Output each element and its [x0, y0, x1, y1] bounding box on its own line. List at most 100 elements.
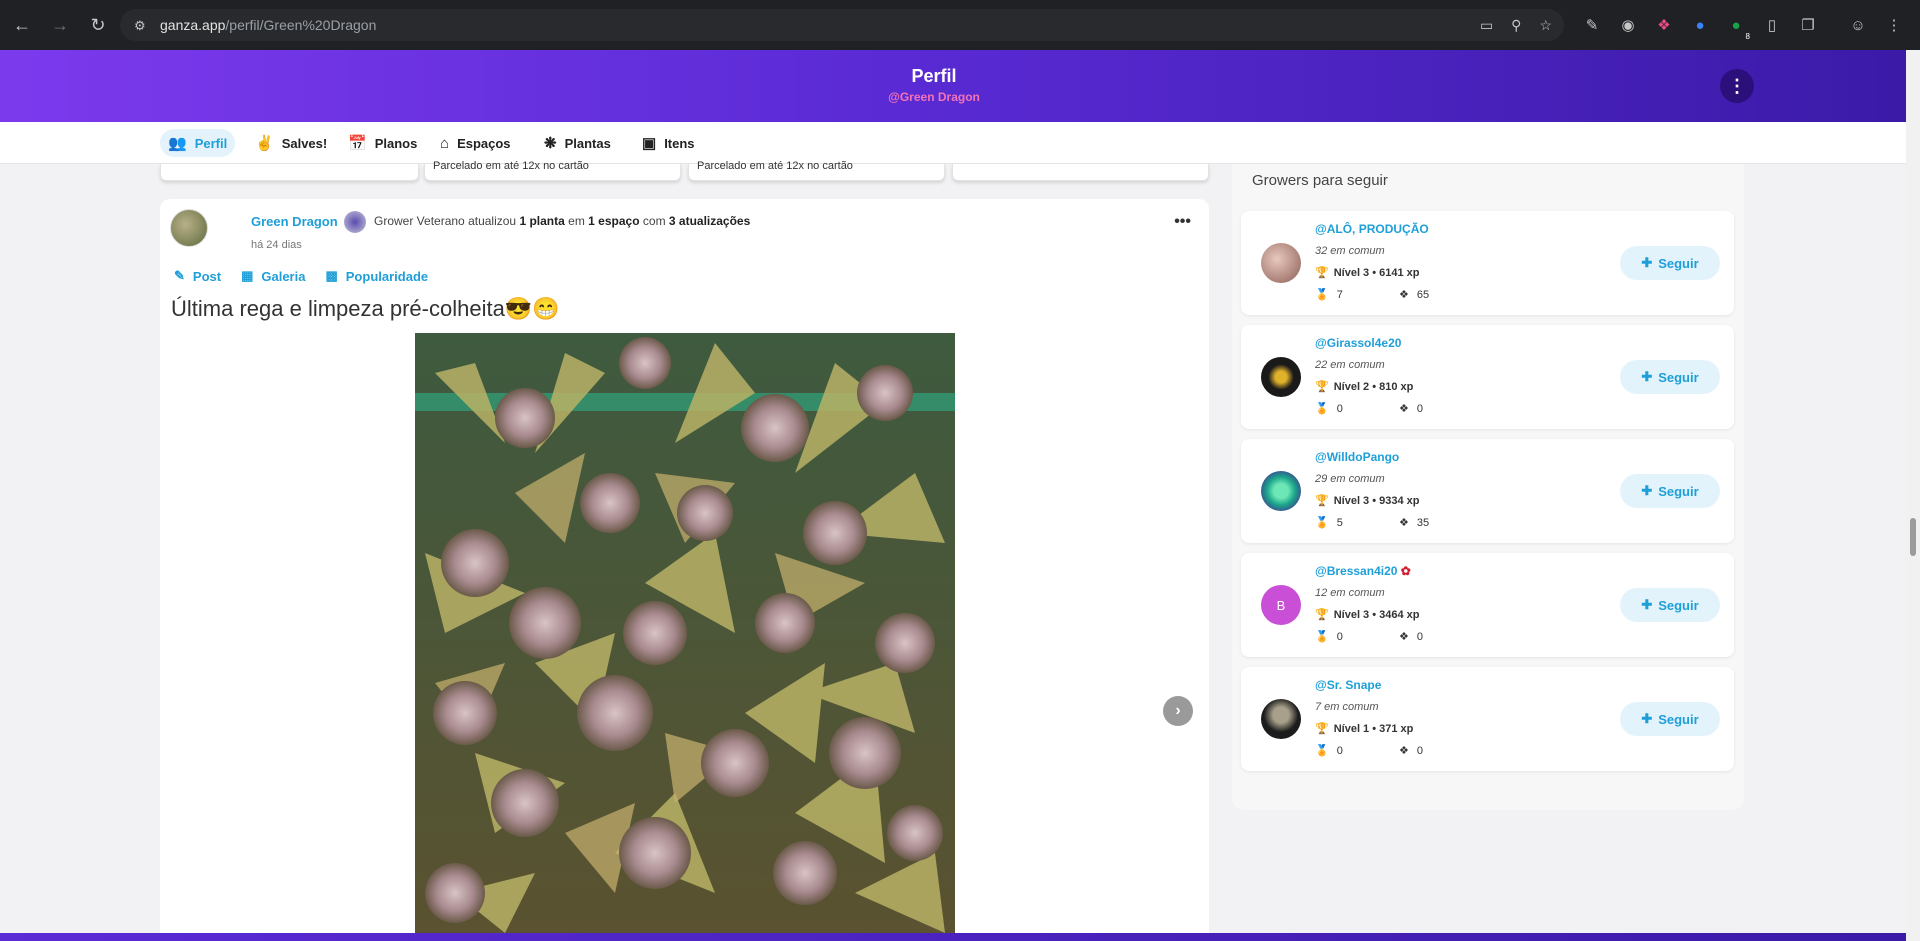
- next-image-button[interactable]: ›: [1163, 696, 1193, 726]
- bookmark-star-icon[interactable]: ☆: [1539, 17, 1552, 34]
- url-text[interactable]: ganza.app/perfil/Green%20Dragon: [160, 17, 376, 33]
- page-scrollbar[interactable]: [1906, 50, 1920, 941]
- cast-icon[interactable]: ▭: [1480, 17, 1493, 34]
- grower-badges-count: 0: [1336, 744, 1343, 757]
- grower-badges-count: 0: [1336, 402, 1343, 415]
- grower-avatar[interactable]: [1261, 699, 1301, 739]
- tab-label: Itens: [664, 135, 695, 151]
- grower-avatar[interactable]: [1261, 357, 1301, 397]
- doc-extension-icon[interactable]: ▯: [1760, 13, 1784, 37]
- tab-popularidade[interactable]: ▩ Popularidade: [325, 268, 428, 284]
- follow-label: Seguir: [1658, 369, 1699, 385]
- grower-name[interactable]: @Sr. Snape: [1315, 678, 1381, 692]
- follow-button[interactable]: ✚ Seguir: [1620, 360, 1720, 394]
- grower-common: 7 em comum: [1315, 701, 1379, 713]
- tab-salves[interactable]: ✌ Salves!: [247, 129, 335, 157]
- more-options-icon[interactable]: ⋮: [1720, 69, 1754, 103]
- author-role: Grower Veterano: [374, 214, 465, 228]
- grower-card: @Girassol4e20 22 em comum 🏆 Nível 2 • 810…: [1241, 325, 1734, 429]
- leaf-icon: ❖: [1399, 517, 1409, 529]
- post-menu-icon[interactable]: •••: [1174, 213, 1191, 231]
- puzzle-extensions-icon[interactable]: ❐: [1796, 13, 1820, 37]
- bottom-nav-strip: [0, 933, 1906, 941]
- medal-icon: 🏅: [1315, 403, 1329, 415]
- add-person-icon: ✚: [1641, 255, 1653, 270]
- follow-label: Seguir: [1658, 597, 1699, 613]
- grower-level-text: Nível 3 • 9334 xp: [1333, 494, 1420, 507]
- people-icon: 👥: [168, 135, 187, 152]
- camera-extension-icon[interactable]: ◉: [1616, 13, 1640, 37]
- grower-name[interactable]: @ALÔ, PRODUÇÃO: [1315, 222, 1429, 236]
- back-icon[interactable]: ←: [6, 9, 38, 41]
- grower-name[interactable]: @Bressan4i20 ✿: [1315, 564, 1411, 578]
- extensions-bar: ✎ ◉ ❖ ● ● 8 ▯ ❐ ☺ ⋮: [1580, 12, 1906, 42]
- tab-perfil[interactable]: 👥 Perfil: [160, 129, 236, 157]
- tab-planos[interactable]: 📅 Planos: [340, 129, 425, 157]
- app-header: Perfil @Green Dragon ⋮: [0, 50, 1906, 122]
- grower-stats: 🏅 0 ❖ 0: [1315, 744, 1423, 758]
- grower-plants-count: 0: [1416, 630, 1423, 643]
- bar-chart-icon: ▩: [325, 268, 338, 283]
- follow-button[interactable]: ✚ Seguir: [1620, 474, 1720, 508]
- grower-card: @Sr. Snape 7 em comum 🏆 Nível 1 • 371 xp …: [1241, 667, 1734, 771]
- grower-level: 🏆 Nível 2 • 810 xp: [1315, 380, 1413, 394]
- green-extension-icon[interactable]: ● 8: [1724, 13, 1750, 42]
- tab-post[interactable]: ✎ Post: [174, 268, 221, 284]
- grower-stats: 🏅 0 ❖ 0: [1315, 402, 1423, 416]
- browser-toolbar: ← → ↻ ⚙ ganza.app/perfil/Green%20Dragon …: [0, 0, 1920, 50]
- grower-avatar[interactable]: [1261, 243, 1301, 283]
- leaf-icon: ❖: [1399, 403, 1409, 415]
- post-tabs: ✎ Post ▦ Galeria ▩ Popularidade: [174, 268, 428, 284]
- grower-avatar[interactable]: B: [1261, 585, 1301, 625]
- chrome-menu-icon[interactable]: ⋮: [1882, 13, 1906, 37]
- grower-stats: 🏅 0 ❖ 0: [1315, 630, 1423, 644]
- grower-card: B @Bressan4i20 ✿ 12 em comum 🏆 Nível 3 • …: [1241, 553, 1734, 657]
- follow-button[interactable]: ✚ Seguir: [1620, 246, 1720, 280]
- shop-card[interactable]: Parcelado em até 12x no cartão: [424, 160, 681, 181]
- follow-button[interactable]: ✚ Seguir: [1620, 588, 1720, 622]
- pen-extension-icon[interactable]: ✎: [1580, 13, 1604, 37]
- edit-icon: ✎: [174, 268, 185, 283]
- forward-icon[interactable]: →: [44, 9, 76, 41]
- scrollbar-thumb[interactable]: [1910, 518, 1916, 556]
- tab-galeria[interactable]: ▦ Galeria: [241, 268, 305, 284]
- post-timestamp: há 24 dias: [251, 239, 302, 251]
- blue-extension-icon[interactable]: ●: [1688, 13, 1712, 37]
- site-info-icon[interactable]: ⚙: [134, 18, 148, 33]
- address-bar[interactable]: ⚙ ganza.app/perfil/Green%20Dragon ▭ ⚲ ☆: [120, 9, 1564, 41]
- author-avatar[interactable]: [170, 209, 208, 247]
- grower-name[interactable]: @WilldoPango: [1315, 450, 1399, 464]
- author-name[interactable]: Green Dragon: [251, 214, 338, 229]
- tab-espacos[interactable]: ⌂ Espaços: [432, 129, 519, 157]
- shop-card[interactable]: Parcelado em até 12x no cartão: [688, 160, 945, 181]
- follow-label: Seguir: [1658, 711, 1699, 727]
- profile-avatar-icon[interactable]: ☺: [1846, 13, 1870, 37]
- extension-badge: 8: [1745, 32, 1750, 41]
- activity-verb: atualizou: [468, 214, 517, 228]
- tab-plantas[interactable]: ❋ Plantas: [536, 129, 619, 157]
- zoom-icon[interactable]: ⚲: [1511, 17, 1521, 34]
- grower-stats: 🏅 7 ❖ 65: [1315, 288, 1430, 302]
- grower-plants-count: 65: [1416, 288, 1430, 301]
- tab-label: Espaços: [457, 135, 511, 151]
- grower-level-text: Nível 3 • 6141 xp: [1333, 266, 1420, 279]
- grower-badges-count: 7: [1336, 288, 1343, 301]
- grower-plants-count: 35: [1416, 516, 1430, 529]
- follow-button[interactable]: ✚ Seguir: [1620, 702, 1720, 736]
- grower-name[interactable]: @Girassol4e20: [1315, 336, 1401, 350]
- tab-label: Galeria: [261, 268, 306, 284]
- add-person-icon: ✚: [1641, 711, 1653, 726]
- shop-card[interactable]: [952, 164, 1209, 181]
- trophy-icon: 🏆: [1315, 381, 1329, 393]
- post-photo[interactable]: [415, 333, 955, 933]
- grower-avatar[interactable]: [1261, 471, 1301, 511]
- trophy-icon: 🏆: [1315, 267, 1329, 279]
- peace-hand-icon: ✌: [255, 135, 274, 152]
- shop-card[interactable]: [160, 164, 419, 181]
- grower-common: 32 em comum: [1315, 245, 1385, 257]
- reload-icon[interactable]: ↻: [82, 9, 114, 41]
- tab-label: Perfil: [194, 135, 228, 151]
- color-picker-extension-icon[interactable]: ❖: [1652, 13, 1676, 37]
- tab-itens[interactable]: ▣ Itens: [634, 129, 703, 157]
- tab-label: Popularidade: [345, 268, 429, 284]
